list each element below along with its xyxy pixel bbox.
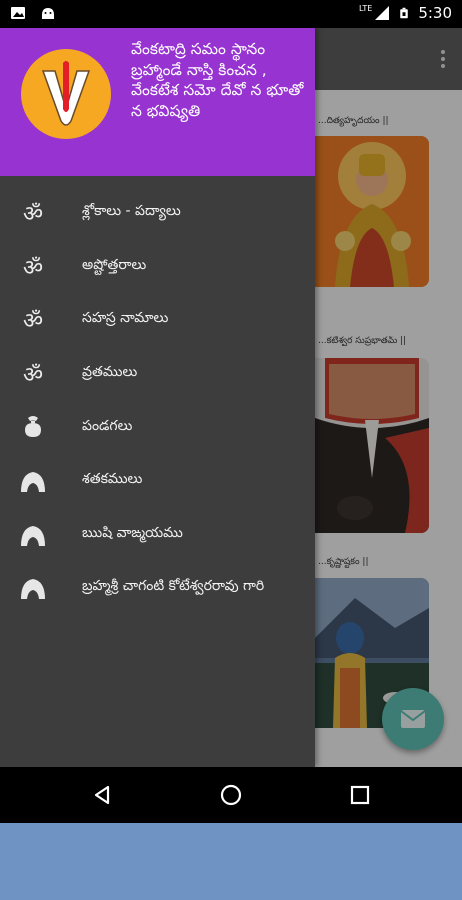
drawer-item-sahasra-namalu[interactable]: ॐ సహస్ర నామాలు	[0, 293, 315, 347]
header-verse: వేంకటాద్రి సమం స్థానం బ్రహ్మాండే నాస్తి …	[131, 40, 304, 120]
drawer-item-label: బ్రహ్మశ్రీ చాగంటి కోటేశ్వరరావు గారి	[82, 578, 265, 595]
sage-icon	[18, 466, 48, 496]
status-time: 5:30	[418, 4, 452, 22]
drawer-item-rushi-vangmayamu[interactable]: ఋషి వాఙ్మయము	[0, 508, 315, 562]
android-debug-icon	[42, 8, 54, 19]
namam-logo	[21, 49, 111, 139]
drawer-item-label: వ్రతములు	[82, 364, 138, 381]
sage-icon	[18, 520, 48, 550]
status-bar: LTE 5:30	[0, 0, 462, 28]
om-icon: ॐ	[22, 202, 44, 227]
drawer-item-label: అష్టోత్తరాలు	[82, 256, 147, 273]
signal-icon	[375, 6, 390, 20]
back-button[interactable]	[88, 781, 116, 809]
recents-icon	[350, 785, 370, 805]
drawer-header: వేంకటాద్రి సమం స్థానం బ్రహ్మాండే నాస్తి …	[0, 28, 315, 176]
home-button[interactable]	[217, 781, 245, 809]
drawer-item-vratamulu[interactable]: ॐ వ్రతములు	[0, 347, 315, 401]
drawer-item-pandagalu[interactable]: పండగలు	[0, 400, 315, 454]
om-icon: ॐ	[22, 362, 44, 388]
drawer-item-label: ఋషి వాఙ్మయము	[82, 524, 183, 541]
sage-icon	[18, 573, 48, 603]
gallery-icon	[11, 7, 25, 19]
drawer-item-label: సహస్ర నామాలు	[82, 310, 169, 327]
recents-button[interactable]	[346, 781, 374, 809]
drawer-menu: ॐ శ్లోకాలు - పద్యాలు ॐ అష్టోత్తరాలు ॐ సహ…	[0, 186, 315, 615]
app-screen: ...దిత్యహృదయం || ...కటేశ్వర సుప్రభాతమ్ |…	[0, 0, 462, 823]
drawer-item-slokalu[interactable]: ॐ శ్లోకాలు - పద్యాలు	[0, 186, 315, 240]
navigation-drawer: వేంకటాద్రి సమం స్థానం బ్రహ్మాండే నాస్తి …	[0, 28, 315, 767]
kalash-icon	[18, 412, 48, 442]
om-icon: ॐ	[22, 255, 44, 281]
drawer-item-label: శతకములు	[82, 471, 143, 488]
drawer-item-label: శ్లోకాలు - పద్యాలు	[82, 203, 181, 220]
drawer-item-chaganti-pravachanalu[interactable]: బ్రహ్మశ్రీ చాగంటి కోటేశ్వరరావు గారి	[0, 561, 315, 615]
system-nav-bar	[0, 767, 462, 823]
drawer-item-satakamulu[interactable]: శతకములు	[0, 454, 315, 508]
drawer-item-ashtottaralu[interactable]: ॐ అష్టోత్తరాలు	[0, 240, 315, 294]
battery-icon	[400, 7, 409, 19]
home-icon	[220, 784, 242, 806]
drawer-item-label: పండగలు	[82, 417, 133, 434]
om-icon: ॐ	[22, 309, 44, 335]
back-icon	[94, 785, 110, 805]
network-label: LTE	[359, 3, 373, 13]
